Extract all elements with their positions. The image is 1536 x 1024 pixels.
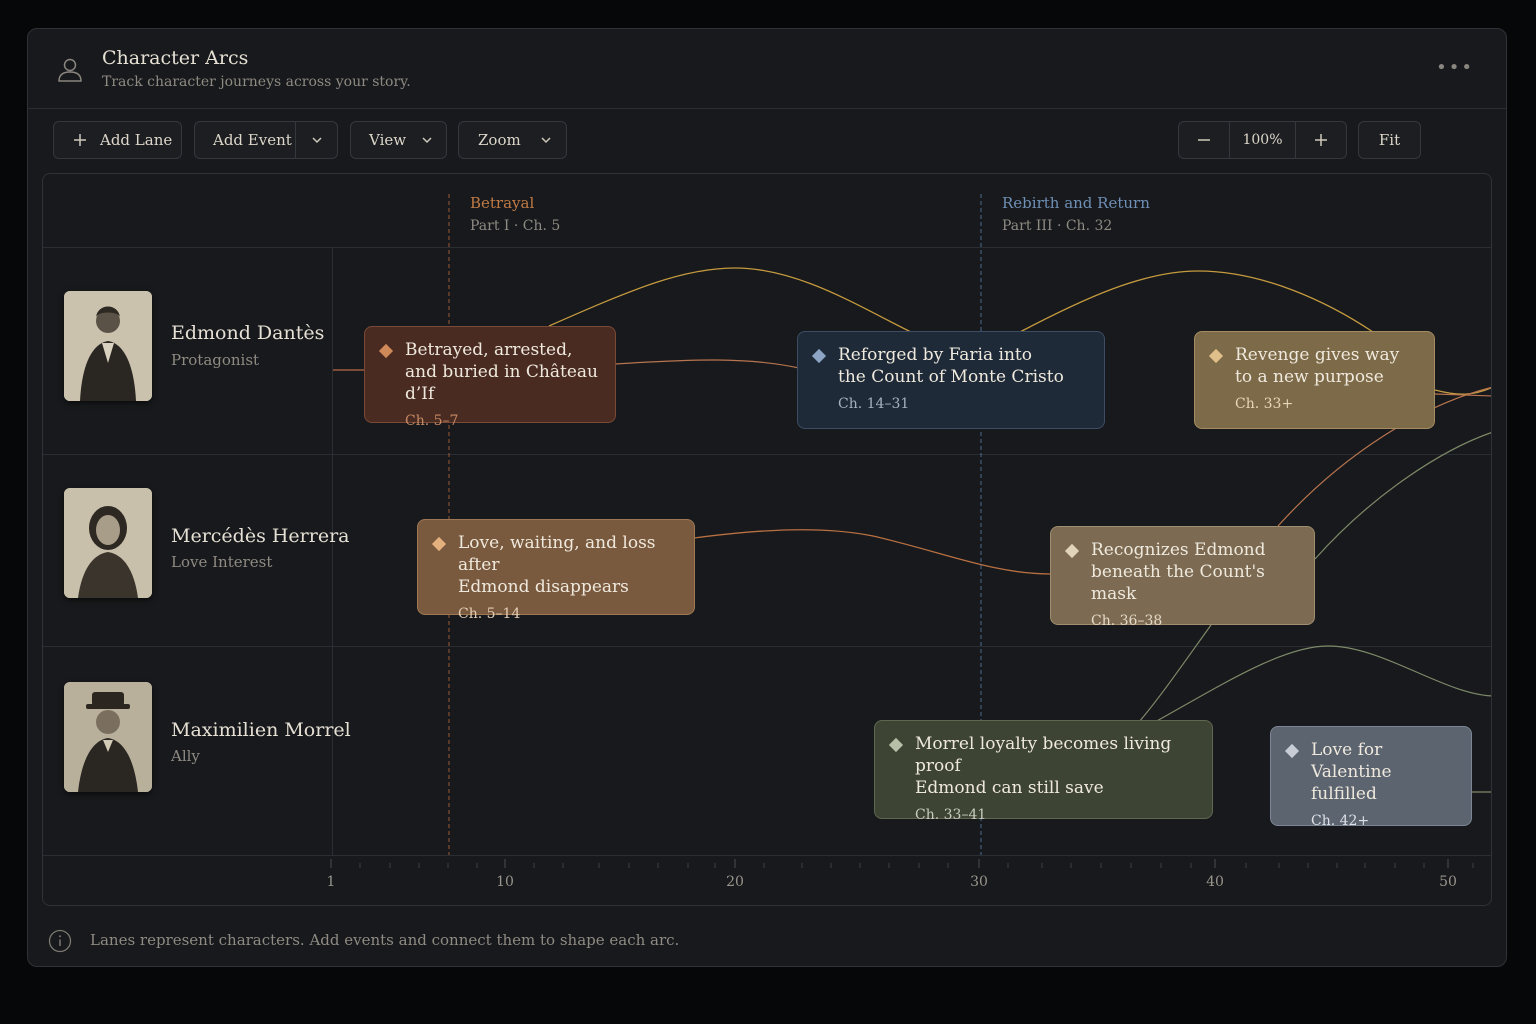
event-title-line1: Revenge gives way: [1235, 345, 1400, 365]
event-chapters: Ch. 5–7: [405, 413, 459, 429]
chevron-down-icon: [422, 137, 432, 144]
event-title-line1: Reforged by Faria into: [838, 345, 1032, 365]
event-title-line2: beneath the Count's mask: [1091, 562, 1265, 604]
event-chapters: Ch. 36–38: [1091, 613, 1163, 629]
chevron-down-icon: [541, 137, 551, 144]
zoom-level: 100%: [1242, 132, 1283, 148]
arc-edge: [693, 529, 1052, 575]
avatar-maximilien[interactable]: [64, 682, 152, 792]
event-title-line2: the Count of Monte Cristo: [838, 367, 1064, 387]
diamond-icon: [378, 343, 394, 359]
fit-button[interactable]: Fit: [1358, 121, 1421, 159]
arc-edge: [548, 267, 912, 333]
info-icon: [48, 929, 72, 953]
more-horizontal-icon[interactable]: •••: [1436, 57, 1474, 78]
split-divider: [295, 122, 296, 158]
avatar-mercedes[interactable]: [64, 488, 152, 598]
lane-name[interactable]: Maximilien Morrel: [171, 719, 351, 741]
lane-role: Ally: [171, 747, 200, 765]
footer-hint: Lanes represent characters. Add events a…: [90, 931, 680, 949]
event-title-line1: Recognizes Edmond: [1091, 540, 1266, 560]
event-chapters: Ch. 33–41: [915, 807, 987, 823]
plus-icon: [74, 134, 86, 146]
event-chapters: Ch. 14–31: [838, 396, 910, 412]
zoom-control: 100%: [1178, 121, 1347, 159]
add-event-button[interactable]: Add Event: [194, 121, 338, 159]
page-title: Character Arcs: [102, 47, 249, 69]
minus-icon: [1197, 139, 1210, 141]
event-card[interactable]: Love for Valentine fulfilled Ch. 42+: [1270, 726, 1472, 829]
character-arcs-window: Character Arcs Track character journeys …: [27, 28, 1507, 967]
chapter-axis-ticks: [330, 859, 1474, 868]
event-chapters: Ch. 33+: [1235, 396, 1294, 412]
portrait-image: [64, 291, 152, 401]
chevron-down-icon[interactable]: [310, 133, 324, 147]
zoom-in-button[interactable]: [1296, 122, 1346, 158]
plus-icon: [1315, 134, 1328, 146]
axis-tick-label: 10: [496, 874, 514, 890]
zoom-label: Zoom: [478, 131, 521, 149]
arc-edge: [1314, 432, 1491, 560]
person-icon: [58, 58, 82, 82]
portrait-image: [64, 488, 152, 598]
view-dropdown[interactable]: View: [350, 121, 447, 159]
axis-tick-label: 40: [1206, 874, 1224, 890]
diamond-icon: [1284, 743, 1300, 759]
zoom-dropdown[interactable]: Zoom: [458, 121, 567, 159]
fit-label: Fit: [1378, 131, 1401, 149]
view-label: View: [369, 131, 407, 149]
arc-edge: [1154, 645, 1491, 723]
arc-edge: [614, 359, 800, 369]
event-title-line1: Love, waiting, and loss after: [458, 533, 656, 575]
page-subtitle: Track character journeys across your sto…: [102, 74, 411, 90]
event-title-line1: Love for Valentine: [1311, 740, 1392, 782]
timeline-canvas[interactable]: Betrayal Part I · Ch. 5 Rebirth and Retu…: [42, 173, 1492, 906]
diamond-icon: [811, 348, 827, 364]
event-chapters: Ch. 42+: [1311, 813, 1370, 829]
event-card[interactable]: Revenge gives way to a new purpose Ch. 3…: [1194, 331, 1435, 429]
arc-edge: [1434, 387, 1491, 395]
event-card[interactable]: Morrel loyalty becomes living proof Edmo…: [874, 720, 1213, 823]
axis-tick-label: 50: [1439, 874, 1457, 890]
add-lane-button[interactable]: Add Lane: [53, 121, 182, 159]
axis-tick-label: 30: [970, 874, 988, 890]
add-lane-label: Add Lane: [100, 131, 173, 149]
lane-name[interactable]: Edmond Dantès: [171, 322, 324, 344]
event-card[interactable]: Love, waiting, and loss after Edmond dis…: [417, 519, 695, 622]
event-card[interactable]: Reforged by Faria into the Count of Mont…: [797, 331, 1105, 429]
axis-tick-label: 1: [326, 874, 336, 890]
lane-name[interactable]: Mercédès Herrera: [171, 525, 350, 547]
event-title-line1: Morrel loyalty becomes living proof: [915, 734, 1172, 776]
arc-edge: [1138, 624, 1212, 723]
diamond-icon: [431, 536, 447, 552]
avatar-edmond[interactable]: [64, 291, 152, 401]
diamond-icon: [1208, 348, 1224, 364]
arc-edge: [1019, 270, 1374, 333]
lane-role: Love Interest: [171, 553, 273, 571]
add-event-label: Add Event: [213, 131, 292, 149]
event-title-line2: Edmond disappears: [458, 577, 629, 597]
axis-tick-label: 20: [726, 874, 744, 890]
event-title-line2: Edmond can still save: [915, 778, 1104, 798]
portrait-image: [64, 682, 152, 792]
zoom-out-button[interactable]: [1179, 122, 1229, 158]
diamond-icon: [888, 737, 904, 753]
event-chapters: Ch. 5–14: [458, 606, 521, 622]
diamond-icon: [1064, 543, 1080, 559]
event-title-line2: and buried in Château d’If: [405, 362, 598, 404]
event-title-line2: fulfilled: [1311, 784, 1377, 804]
lane-role: Protagonist: [171, 351, 260, 369]
event-card[interactable]: Betrayed, arrested, and buried in Châtea…: [364, 326, 616, 429]
header: Character Arcs Track character journeys …: [28, 29, 1506, 109]
event-card[interactable]: Recognizes Edmond beneath the Count's ma…: [1050, 526, 1315, 629]
event-title-line1: Betrayed, arrested,: [405, 340, 573, 360]
event-title-line2: to a new purpose: [1235, 367, 1384, 387]
